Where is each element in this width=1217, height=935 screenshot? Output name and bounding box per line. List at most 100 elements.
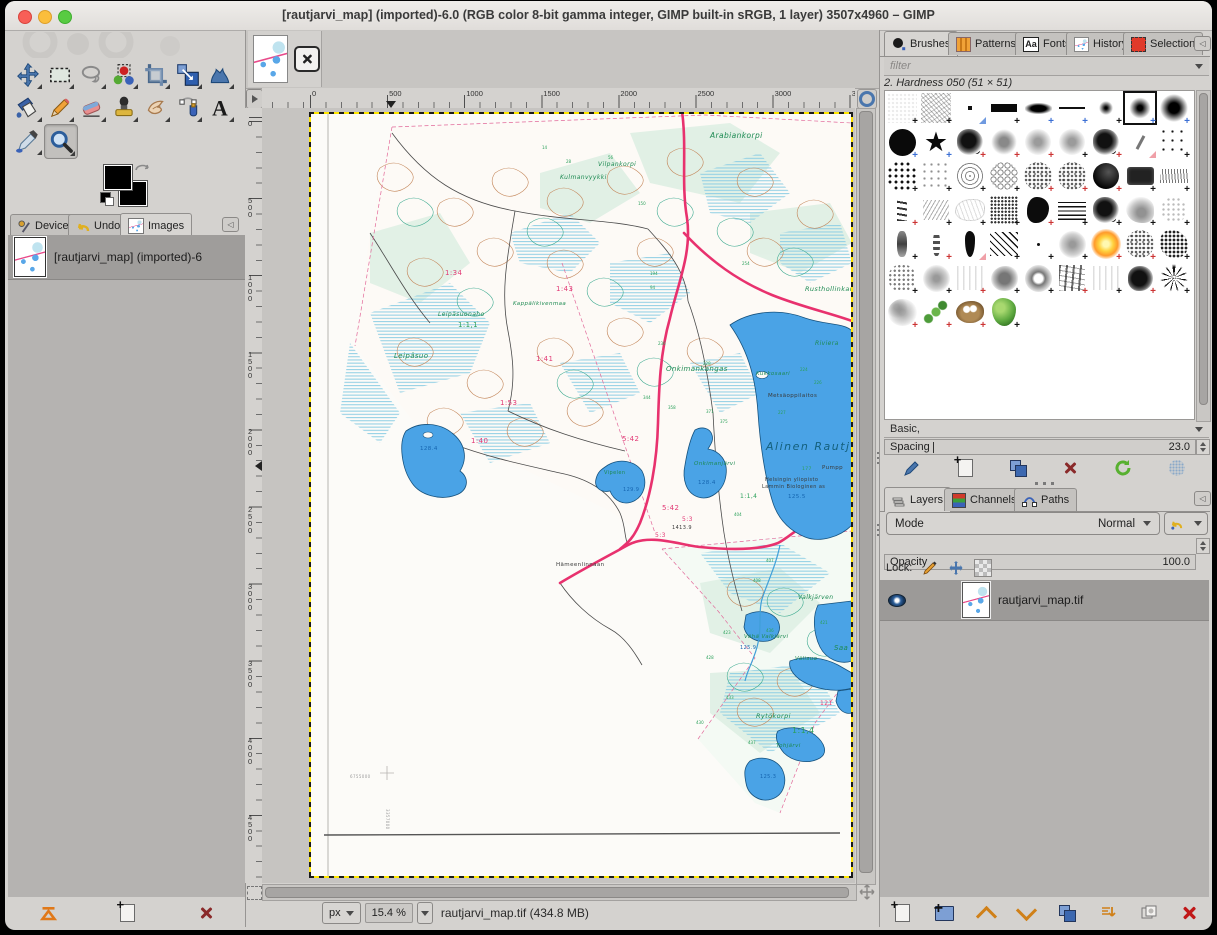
zoom-dropdown-button[interactable] [417, 902, 433, 924]
delete-image-button[interactable] [199, 906, 213, 920]
vertical-scrollbar[interactable] [856, 108, 876, 885]
lock-position-toggle[interactable] [948, 560, 964, 576]
brush-item-rough-rect[interactable]: + [1123, 159, 1157, 193]
missing-image-icon[interactable] [294, 46, 320, 72]
brush-item-marks[interactable]: + [885, 193, 919, 227]
brush-item-net[interactable]: + [987, 159, 1021, 193]
layer-mask-button[interactable] [1141, 905, 1157, 921]
canvas-menu-button[interactable] [246, 89, 263, 109]
close-window-button[interactable] [18, 10, 32, 24]
brush-item-ring-tex[interactable]: + [953, 159, 987, 193]
tab-selection[interactable]: Selection [1123, 32, 1203, 55]
brush-item-ink-blob[interactable]: + [1021, 193, 1055, 227]
dock-menu-button[interactable]: ◁ [1194, 36, 1211, 51]
navigation-preview-button[interactable] [857, 89, 877, 109]
new-image-button[interactable] [120, 904, 135, 922]
brush-item-scribble[interactable]: + [1157, 159, 1191, 193]
brush-item-splat-dark[interactable]: + [1089, 193, 1123, 227]
brush-item-drip[interactable]: + [919, 227, 953, 261]
brush-item-bar[interactable]: + [987, 91, 1021, 125]
tool-pencil[interactable] [44, 91, 76, 124]
delete-brush-button[interactable] [1063, 461, 1077, 475]
brush-item-figs-faint[interactable]: + [953, 261, 987, 295]
brush-item-shaded-disc[interactable]: + [1089, 159, 1123, 193]
brush-item-splat-dark[interactable]: + [953, 125, 987, 159]
spacing-slider[interactable]: Spacing 23.0 [884, 439, 1196, 455]
brush-item-speckle-faint[interactable]: + [1157, 193, 1191, 227]
lock-alpha-toggle[interactable] [974, 559, 992, 577]
tool-ink[interactable] [172, 91, 204, 124]
brush-item-dots-cluster[interactable]: + [885, 159, 919, 193]
tool-crop[interactable] [140, 58, 172, 91]
brush-item-sketch[interactable]: + [919, 91, 953, 125]
brush-scrollbar[interactable] [1196, 90, 1211, 422]
image-list-item[interactable]: [rautjarvi_map] (imported)-6 [8, 235, 245, 280]
tool-rectangle-select[interactable] [44, 58, 76, 91]
maximize-window-button[interactable] [58, 10, 72, 24]
brush-item-sun[interactable]: + [1089, 227, 1123, 261]
brush-item-smear-v[interactable]: + [885, 227, 919, 261]
tool-bucket-fill[interactable] [12, 91, 44, 124]
brush-item-ink-streak[interactable] [953, 227, 987, 261]
brush-item-blob-dark[interactable]: + [1123, 261, 1157, 295]
brush-item-ring-blob[interactable]: + [1021, 261, 1055, 295]
tool-unified-transform[interactable] [172, 58, 204, 91]
brush-item-star[interactable]: ★+ [919, 125, 953, 159]
brush-item-tiny-dot[interactable]: + [1021, 227, 1055, 261]
minimize-window-button[interactable] [38, 10, 52, 24]
default-colors-icon[interactable] [100, 192, 111, 203]
image-tab-active[interactable] [248, 31, 322, 87]
brush-item-hlines[interactable]: + [1055, 193, 1089, 227]
layer-visibility-icon[interactable] [888, 594, 906, 607]
tab-paths[interactable]: Paths [1014, 488, 1077, 511]
lock-pixels-toggle[interactable] [922, 560, 938, 576]
brush-item-soft-l[interactable]: + [1157, 91, 1191, 125]
pan-view-icon[interactable] [858, 884, 876, 900]
brush-item-ellipse[interactable]: + [1021, 91, 1055, 125]
brush-item-speckle[interactable]: + [1021, 159, 1055, 193]
duplicate-layer-button[interactable] [1059, 905, 1075, 921]
brush-item-splat-soft[interactable]: + [1055, 125, 1089, 159]
new-layer-button[interactable] [895, 904, 910, 922]
brush-item-figures[interactable]: + [1055, 261, 1089, 295]
raise-layer-button[interactable] [976, 905, 997, 926]
delete-layer-button[interactable] [1182, 905, 1197, 920]
brush-item-splat-dark[interactable]: + [1089, 125, 1123, 159]
mode-switch-button[interactable] [1164, 512, 1208, 535]
brush-filter-field[interactable]: filter [884, 57, 1209, 76]
brush-item-speckle[interactable]: + [1055, 159, 1089, 193]
brush-item-figs-faint[interactable]: + [1089, 261, 1123, 295]
tool-flip[interactable] [204, 58, 236, 91]
divider-grip[interactable] [877, 450, 879, 464]
brush-item-vine[interactable]: + [919, 295, 953, 329]
tool-zoom[interactable] [44, 124, 78, 159]
tool-eraser[interactable] [76, 91, 108, 124]
unit-dropdown[interactable]: px [322, 902, 361, 924]
canvas-viewport[interactable]: VilpankorpiKulmanvyykkiArabiankorpiRusth… [262, 108, 855, 883]
tool-text[interactable]: A [204, 91, 236, 124]
dock-menu-button[interactable]: ◁ [1194, 491, 1211, 506]
brush-item-soft-s[interactable]: + [1089, 91, 1123, 125]
brush-item-soft-blob[interactable]: + [1055, 227, 1089, 261]
brush-item-speckle[interactable]: + [1123, 227, 1157, 261]
quick-mask-toggle[interactable] [247, 886, 262, 900]
horizontal-scrollbar-thumb[interactable] [265, 887, 849, 898]
tool-smudge[interactable] [140, 91, 172, 124]
vertical-scrollbar-thumb[interactable] [859, 111, 873, 873]
tab-patterns[interactable]: Patterns [948, 32, 1024, 55]
tool-free-select[interactable] [76, 58, 108, 91]
raise-to-top-button[interactable] [40, 905, 57, 921]
new-brush-button[interactable] [958, 459, 973, 477]
brush-item-scribble2[interactable]: + [919, 193, 953, 227]
brush-item-noise-faint[interactable]: + [885, 91, 919, 125]
brush-item-soft-m[interactable]: + [1123, 91, 1157, 125]
duplicate-brush-button[interactable] [1010, 460, 1026, 476]
brush-item-wilber[interactable]: + [953, 295, 987, 329]
tab-layers[interactable]: Layers [884, 487, 951, 512]
brush-item-dot-grid[interactable]: + [919, 159, 953, 193]
brush-item-hline[interactable]: + [1055, 91, 1089, 125]
brush-item-smoke[interactable]: + [1123, 193, 1157, 227]
opacity-spinner[interactable] [1196, 538, 1210, 554]
tool-move[interactable] [12, 58, 44, 91]
open-brush-as-image-button[interactable] [1169, 460, 1185, 476]
